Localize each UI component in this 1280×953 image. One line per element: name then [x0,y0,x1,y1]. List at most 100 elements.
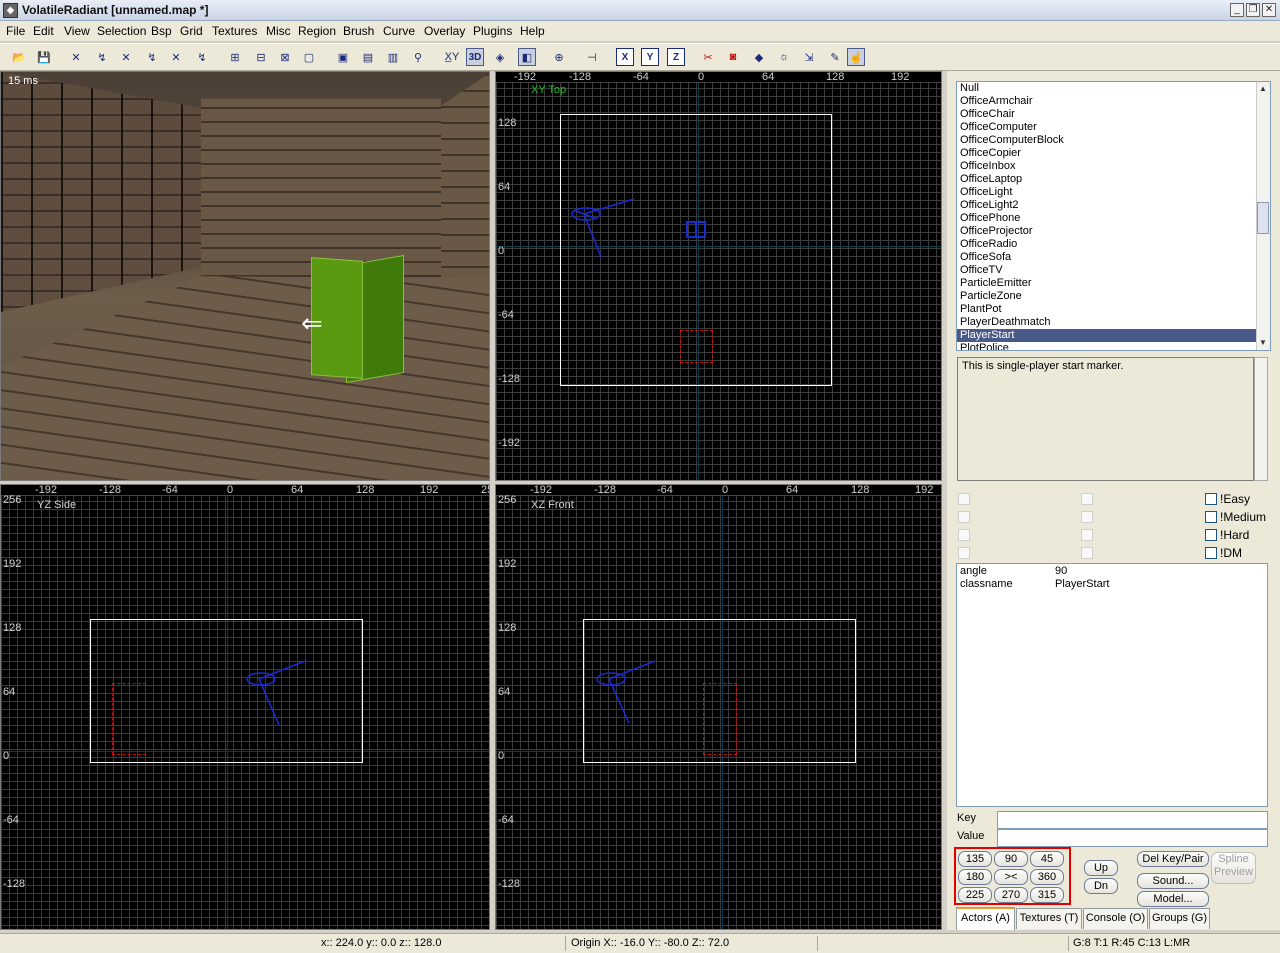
scroll-up-icon[interactable]: ▲ [1257,83,1269,95]
select-inside-icon[interactable]: ▣ [334,48,352,66]
tool-icon[interactable]: ✎ [826,48,844,66]
menu-file[interactable]: File [6,24,25,38]
up-button[interactable]: Up [1084,860,1118,876]
menu-textures[interactable]: Textures [212,24,257,38]
entity-list-item[interactable]: OfficeArmchair [957,95,1270,108]
scale-icon[interactable]: ✂ [699,48,717,66]
camera-view[interactable]: ⇐ 15 ms [0,71,490,481]
select-complete-icon[interactable]: ▥ [384,48,402,66]
select-partial-icon[interactable]: ▤ [359,48,377,66]
key-value-list[interactable]: angle 90 classname PlayerStart [956,563,1268,807]
entity-list-item[interactable]: ParticleZone [957,290,1270,303]
entity-list-item[interactable]: PlotPolice [957,342,1270,350]
patch-icon[interactable]: ◆ [750,48,768,66]
entity-list-item[interactable]: OfficeSofa [957,251,1270,264]
key-input[interactable] [997,811,1268,829]
value-input[interactable] [997,829,1268,847]
entity-list-item[interactable]: ParticleEmitter [957,277,1270,290]
entity-list-item[interactable]: OfficeLight [957,186,1270,199]
entity-list-item[interactable]: OfficeComputerBlock [957,134,1270,147]
menu-grid[interactable]: Grid [180,24,203,38]
scroll-down-icon[interactable]: ▼ [1257,337,1269,349]
entity-list-item[interactable]: OfficeLight2 [957,199,1270,212]
csg-subtract-icon[interactable]: ⊟ [252,48,270,66]
yz-side-view[interactable]: -192 -128 -64 0 64 128 192 25 YZ Side 256 192 128… [0,484,490,930]
flag-medium-checkbox[interactable] [1205,511,1217,523]
menu-view[interactable]: View [64,24,90,38]
texture-lock-icon[interactable]: ⚲ [409,48,427,66]
entity-list-item[interactable]: OfficeLaptop [957,173,1270,186]
scroll-thumb[interactable] [1257,202,1269,234]
player-start-selection[interactable] [703,683,737,755]
menu-misc[interactable]: Misc [266,24,291,38]
flag-hard-checkbox[interactable] [1205,529,1217,541]
rotate-z-icon[interactable]: ↯ [193,48,211,66]
entity-list-scrollbar[interactable]: ▲ ▼ [1256,82,1270,350]
tab-console[interactable]: Console (O) [1083,908,1148,929]
down-button[interactable]: Dn [1084,878,1118,894]
restore-icon[interactable]: ❐ [1246,3,1260,17]
clipper-icon[interactable]: ⊕ [550,48,568,66]
entity-list-item[interactable]: OfficeInbox [957,160,1270,173]
brush-hollow-icon[interactable]: ⊞ [226,48,244,66]
entity-list-item[interactable]: OfficeProjector [957,225,1270,238]
flag-dm-checkbox[interactable] [1205,547,1217,559]
light-entity-icon[interactable] [241,657,321,727]
model-button[interactable]: Model... [1137,891,1209,907]
minimize-icon[interactable]: _ [1230,3,1244,17]
menu-bsp[interactable]: Bsp [151,24,172,38]
entity-list-item[interactable]: PlantPot [957,303,1270,316]
view-x-icon[interactable]: X [616,48,634,66]
menu-help[interactable]: Help [520,24,545,38]
spline-preview-button[interactable]: Spline Preview [1211,852,1256,884]
del-key-pair-button[interactable]: Del Key/Pair [1137,851,1209,867]
entity-list-item[interactable]: Null [957,82,1270,95]
rotate-x-icon[interactable]: ↯ [93,48,111,66]
tab-actors[interactable]: Actors (A) [956,907,1015,930]
entity-icon[interactable]: ◙ [724,48,742,66]
close-icon[interactable]: ✕ [1262,3,1276,17]
tab-groups[interactable]: Groups (G) [1149,908,1210,929]
flip-y-icon[interactable]: ✕ [117,48,135,66]
description-scrollbar[interactable] [1254,357,1268,481]
change-view-icon[interactable]: X̲Y [443,48,461,66]
menu-edit[interactable]: Edit [33,24,54,38]
flag-easy-checkbox[interactable] [1205,493,1217,505]
split-icon[interactable]: ⊣ [583,48,601,66]
kv-value[interactable]: 90 [1055,565,1067,577]
light-entity-icon[interactable] [566,192,646,262]
kv-key[interactable]: angle [960,565,987,577]
rotate-y-icon[interactable]: ↯ [143,48,161,66]
entity-list-item[interactable]: PlayerStart [957,329,1270,342]
entity-list-item[interactable]: OfficeCopier [957,147,1270,160]
tab-textures[interactable]: Textures (T) [1016,908,1082,929]
menu-plugins[interactable]: Plugins [473,24,512,38]
entity-list-item[interactable]: OfficeComputer [957,121,1270,134]
3d-view-icon[interactable]: 3D [466,48,484,66]
entity-list-item[interactable]: OfficeRadio [957,238,1270,251]
csg-merge-icon[interactable]: ⊠ [276,48,294,66]
player-start-selection[interactable] [112,683,146,755]
entity-list-item[interactable]: OfficePhone [957,212,1270,225]
player-start-selection[interactable] [680,330,713,363]
camera-icon[interactable]: ◈ [491,48,509,66]
menu-selection[interactable]: Selection [97,24,146,38]
pointer-icon[interactable]: ☝ [847,48,865,66]
entity-class-list[interactable]: Null OfficeArmchair OfficeChair OfficeCompu… [956,81,1271,351]
flip-x-icon[interactable]: ✕ [67,48,85,66]
open-icon[interactable]: 📂 [10,48,28,66]
save-icon[interactable]: 💾 [35,48,53,66]
light-entity-icon[interactable] [591,657,671,727]
drag-icon[interactable]: ⇲ [800,48,818,66]
menu-brush[interactable]: Brush [343,24,374,38]
lights-icon[interactable]: ☼ [775,48,793,66]
entity-list-item[interactable]: PlayerDeathmatch [957,316,1270,329]
select-touching-icon[interactable]: ▢ [300,48,318,66]
view-toggle-icon[interactable]: ◧ [518,48,536,66]
entity-list-item[interactable]: OfficeTV [957,264,1270,277]
menu-region[interactable]: Region [298,24,336,38]
kv-value[interactable]: PlayerStart [1055,578,1109,590]
entity-list-item[interactable]: OfficeChair [957,108,1270,121]
view-z-icon[interactable]: Z [667,48,685,66]
menu-curve[interactable]: Curve [383,24,415,38]
